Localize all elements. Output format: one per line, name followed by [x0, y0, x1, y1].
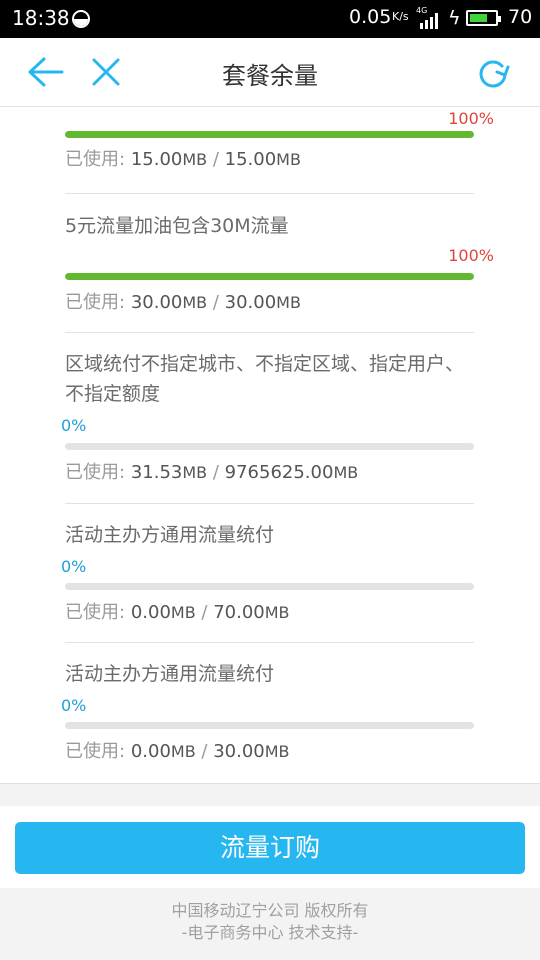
- plan-usage: 已使用: 31.53MB / 9765625.00MB: [65, 462, 359, 483]
- usage-used: 0.00: [130, 741, 171, 762]
- usage-unit: MB: [276, 150, 301, 169]
- usage-unit: MB: [182, 293, 208, 312]
- usage-label: 已使用:: [65, 741, 126, 762]
- plan-item: 活动主办方通用流量统付 0% 已使用: 0.00MB / 30.00MB: [61, 643, 474, 782]
- plan-item: 活动主办方通用流量统付 0% 已使用: 0.00MB / 70.00MB: [61, 504, 474, 643]
- footer: 中国移动辽宁公司 版权所有 -电子商务中心 技术支持-: [0, 900, 540, 944]
- usage-unit: MB: [264, 742, 290, 761]
- net-speed: 0.05: [349, 6, 392, 28]
- support-text: -电子商务中心 技术支持-: [181, 923, 359, 942]
- usage-used: 31.53: [130, 462, 183, 483]
- plan-progress-fill: [65, 273, 474, 280]
- plan-progress-bar: [65, 583, 474, 590]
- usage-used: 15.00: [130, 149, 183, 170]
- usage-total: 9765625.00: [224, 462, 334, 483]
- plan-percent: 0%: [61, 416, 87, 435]
- charging-icon: ϟ: [448, 7, 461, 29]
- plan-percent: 0%: [61, 557, 87, 576]
- plan-item: 5元流量加油包含30M流量 100% 已使用: 30.00MB / 30.00M…: [65, 194, 494, 333]
- usage-used: 30.00: [130, 292, 183, 313]
- usage-total: 70.00: [213, 602, 265, 623]
- usage-unit: MB: [264, 603, 290, 622]
- usage-label: 已使用:: [65, 149, 126, 170]
- battery-icon: [466, 10, 501, 26]
- plan-list[interactable]: 100% 已使用: 15.00MB / 15.00MB 5元流量加油包含30M流…: [0, 107, 540, 784]
- order-area: 流量订购: [0, 806, 540, 888]
- plan-progress-bar: [65, 273, 474, 280]
- battery-percent: 70: [508, 6, 533, 28]
- plan-item: 100% 已使用: 15.00MB / 15.00MB: [65, 107, 494, 194]
- sync-status-icon: [72, 10, 90, 28]
- plan-progress-bar: [65, 131, 474, 138]
- status-time: 18:38: [12, 6, 70, 30]
- plan-progress-fill: [65, 131, 474, 138]
- copyright-text: 中国移动辽宁公司 版权所有: [171, 901, 369, 920]
- plan-name: 活动主办方通用流量统付: [65, 663, 275, 685]
- plan-percent: 100%: [448, 246, 494, 265]
- usage-total: 30.00: [213, 741, 265, 762]
- refresh-icon[interactable]: [476, 56, 510, 90]
- plan-percent: 0%: [61, 696, 87, 715]
- plan-progress-bar: [65, 443, 474, 450]
- usage-total: 15.00: [224, 149, 277, 170]
- usage-used: 0.00: [130, 602, 171, 623]
- usage-label: 已使用:: [65, 292, 126, 313]
- signal-icon: [420, 13, 438, 29]
- plan-usage: 已使用: 0.00MB / 70.00MB: [65, 602, 290, 623]
- usage-unit: MB: [170, 603, 196, 622]
- status-bar: 18:38 0.05 K/s 4G ϟ 70: [0, 0, 540, 38]
- plan-usage: 已使用: 0.00MB / 30.00MB: [65, 741, 290, 762]
- plan-progress-bar: [65, 722, 474, 729]
- usage-unit: MB: [276, 293, 301, 312]
- usage-total: 30.00: [224, 292, 277, 313]
- order-traffic-button[interactable]: 流量订购: [15, 822, 525, 874]
- plan-percent: 100%: [448, 109, 494, 128]
- usage-label: 已使用:: [65, 462, 126, 483]
- plan-name: 区域统付不指定城市、不指定区域、指定用户、不指定额度: [65, 353, 465, 405]
- plan-usage: 已使用: 15.00MB / 15.00MB: [65, 149, 301, 170]
- plan-usage: 已使用: 30.00MB / 30.00MB: [65, 292, 301, 313]
- usage-unit: MB: [170, 742, 196, 761]
- usage-unit: MB: [182, 150, 208, 169]
- battery-level: [470, 14, 487, 22]
- plan-item: 区域统付不指定城市、不指定区域、指定用户、不指定额度 0% 已使用: 31.53…: [61, 333, 474, 504]
- page-title: 套餐余量: [222, 62, 318, 90]
- usage-label: 已使用:: [65, 602, 126, 623]
- header: 套餐余量: [0, 38, 540, 107]
- plan-name: 5元流量加油包含30M流量: [65, 215, 289, 237]
- plan-name: 活动主办方通用流量统付: [65, 524, 275, 546]
- usage-unit: MB: [182, 463, 208, 482]
- usage-unit: MB: [333, 463, 359, 482]
- net-speed-unit: K/s: [392, 10, 409, 23]
